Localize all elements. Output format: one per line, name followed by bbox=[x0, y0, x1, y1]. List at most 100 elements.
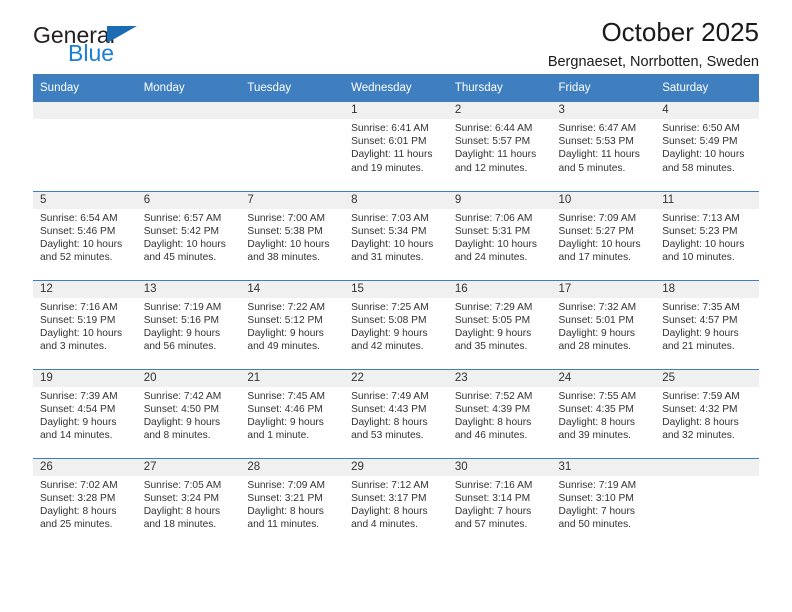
weekday-header-monday: Monday bbox=[136, 74, 241, 102]
day-number: 30 bbox=[447, 458, 552, 476]
sunrise-text: Sunrise: 7:13 AM bbox=[662, 212, 740, 224]
daylight-text-line2: and 14 minutes. bbox=[40, 430, 113, 442]
calendar-week-row: 1 Sunrise: 6:41 AM Sunset: 6:01 PM Daylight… bbox=[33, 102, 759, 191]
day-details: Sunrise: 7:12 AM Sunset: 3:17 PM Daylight:… bbox=[344, 476, 448, 532]
sunrise-text: Sunrise: 6:44 AM bbox=[454, 123, 533, 134]
daylight-text-line2: and 57 minutes. bbox=[454, 519, 528, 531]
day-cell: 18 Sunrise: 7:35 AM Sunset: 4:57 PM Dayligh… bbox=[655, 280, 759, 369]
daylight-text-line1: Daylight: 10 hours bbox=[143, 238, 226, 250]
sunset-text: Sunset: 3:17 PM bbox=[351, 492, 427, 504]
calendar-cell[interactable]: 16 Sunrise: 7:29 AM Sunset: 5:05 PM Dayligh… bbox=[447, 279, 552, 369]
calendar-cell[interactable]: 17 Sunrise: 7:32 AM Sunset: 5:01 PM Dayligh… bbox=[551, 279, 656, 369]
calendar-cell[interactable]: 29 Sunrise: 7:12 AM Sunset: 3:17 PM Dayligh… bbox=[344, 457, 448, 547]
day-cell: 26 Sunrise: 7:02 AM Sunset: 3:28 PM Dayligh… bbox=[33, 458, 137, 547]
daylight-text-line1: Daylight: 8 hours bbox=[40, 505, 117, 517]
sunrise-text: Sunrise: 7:52 AM bbox=[454, 390, 533, 402]
daylight-text-line1: Daylight: 11 hours bbox=[351, 149, 433, 161]
sunset-text: Sunset: 5:53 PM bbox=[558, 136, 634, 148]
calendar-cell[interactable]: 2 Sunrise: 6:44 AM Sunset: 5:57 PM Daylight… bbox=[447, 102, 552, 191]
calendar-cell[interactable]: 21 Sunrise: 7:45 AM Sunset: 4:46 PM Dayligh… bbox=[240, 368, 345, 458]
calendar-cell[interactable] bbox=[655, 457, 759, 547]
day-number: 27 bbox=[136, 458, 241, 476]
calendar-cell[interactable]: 22 Sunrise: 7:49 AM Sunset: 4:43 PM Dayligh… bbox=[344, 368, 448, 458]
calendar-cell[interactable] bbox=[240, 102, 345, 191]
daylight-text-line2: and 10 minutes. bbox=[662, 252, 735, 264]
daylight-text-line1: Daylight: 8 hours bbox=[143, 505, 221, 517]
calendar-cell[interactable]: 27 Sunrise: 7:05 AM Sunset: 3:24 PM Dayligh… bbox=[136, 457, 241, 547]
calendar-cell[interactable]: 31 Sunrise: 7:19 AM Sunset: 3:10 PM Dayligh… bbox=[551, 457, 656, 547]
calendar-table: Sunday Monday Tuesday Wednesday Thursday… bbox=[33, 74, 759, 547]
daylight-text-line2: and 50 minutes. bbox=[558, 519, 632, 531]
daylight-text-line2: and 19 minutes. bbox=[351, 162, 424, 174]
sunset-text: Sunset: 4:32 PM bbox=[662, 403, 738, 415]
day-number: 3 bbox=[551, 102, 656, 119]
daylight-text-line1: Daylight: 8 hours bbox=[351, 416, 428, 428]
sunset-text: Sunset: 5:42 PM bbox=[143, 225, 220, 237]
sunset-text: Sunset: 5:49 PM bbox=[662, 136, 738, 148]
daylight-text-line1: Daylight: 8 hours bbox=[247, 505, 324, 517]
calendar-cell[interactable]: 20 Sunrise: 7:42 AM Sunset: 4:50 PM Dayligh… bbox=[136, 368, 241, 458]
sunrise-text: Sunrise: 6:50 AM bbox=[662, 123, 740, 134]
calendar-cell[interactable]: 9 Sunrise: 7:06 AM Sunset: 5:31 PM Daylight… bbox=[447, 190, 552, 280]
daylight-text-line1: Daylight: 9 hours bbox=[143, 416, 221, 428]
calendar-cell[interactable]: 25 Sunrise: 7:59 AM Sunset: 4:32 PM Dayligh… bbox=[655, 368, 759, 458]
calendar-cell[interactable] bbox=[136, 102, 241, 191]
sunrise-text: Sunrise: 7:02 AM bbox=[40, 479, 118, 491]
calendar-cell[interactable]: 4 Sunrise: 6:50 AM Sunset: 5:49 PM Daylight… bbox=[655, 102, 759, 191]
daylight-text-line2: and 31 minutes. bbox=[351, 252, 424, 264]
calendar-cell[interactable]: 5 Sunrise: 6:54 AM Sunset: 5:46 PM Daylight… bbox=[33, 190, 137, 280]
daylight-text-line2: and 52 minutes. bbox=[40, 252, 113, 264]
calendar-cell[interactable]: 13 Sunrise: 7:19 AM Sunset: 5:16 PM Dayligh… bbox=[136, 279, 241, 369]
daylight-text-line1: Daylight: 7 hours bbox=[454, 505, 532, 517]
calendar-cell[interactable]: 14 Sunrise: 7:22 AM Sunset: 5:12 PM Dayligh… bbox=[240, 279, 345, 369]
calendar-cell[interactable]: 30 Sunrise: 7:16 AM Sunset: 3:14 PM Dayligh… bbox=[447, 457, 552, 547]
day-details: Sunrise: 7:49 AM Sunset: 4:43 PM Daylight:… bbox=[344, 387, 448, 443]
sunrise-text: Sunrise: 7:19 AM bbox=[143, 301, 222, 313]
daylight-text-line2: and 38 minutes. bbox=[247, 252, 320, 264]
calendar-cell[interactable]: 7 Sunrise: 7:00 AM Sunset: 5:38 PM Daylight… bbox=[240, 190, 345, 280]
calendar-cell[interactable]: 23 Sunrise: 7:52 AM Sunset: 4:39 PM Dayligh… bbox=[447, 368, 552, 458]
calendar-cell[interactable]: 19 Sunrise: 7:39 AM Sunset: 4:54 PM Dayligh… bbox=[33, 368, 137, 458]
calendar-cell[interactable]: 11 Sunrise: 7:13 AM Sunset: 5:23 PM Dayligh… bbox=[655, 190, 759, 280]
calendar-cell[interactable]: 28 Sunrise: 7:09 AM Sunset: 3:21 PM Dayligh… bbox=[240, 457, 345, 547]
calendar-cell[interactable]: 18 Sunrise: 7:35 AM Sunset: 4:57 PM Dayligh… bbox=[655, 279, 759, 369]
sunrise-text: Sunrise: 7:29 AM bbox=[454, 301, 533, 313]
title-block: October 2025 Bergnaeset, Norrbotten, Swe… bbox=[548, 16, 759, 73]
calendar-cell[interactable]: 10 Sunrise: 7:09 AM Sunset: 5:27 PM Dayligh… bbox=[551, 190, 656, 280]
sunrise-text: Sunrise: 7:09 AM bbox=[247, 479, 325, 491]
sunset-text: Sunset: 5:23 PM bbox=[662, 225, 738, 237]
daylight-text-line1: Daylight: 10 hours bbox=[40, 238, 123, 250]
day-details: Sunrise: 7:32 AM Sunset: 5:01 PM Daylight:… bbox=[552, 298, 656, 354]
day-number: 16 bbox=[447, 280, 552, 298]
sunrise-text: Sunrise: 7:12 AM bbox=[351, 479, 429, 491]
day-cell: 23 Sunrise: 7:52 AM Sunset: 4:39 PM Dayligh… bbox=[447, 369, 552, 458]
calendar-cell[interactable]: 1 Sunrise: 6:41 AM Sunset: 6:01 PM Daylight… bbox=[344, 102, 448, 191]
calendar-cell[interactable]: 15 Sunrise: 7:25 AM Sunset: 5:08 PM Dayligh… bbox=[344, 279, 448, 369]
calendar-cell[interactable] bbox=[33, 102, 137, 191]
day-details: Sunrise: 6:50 AM Sunset: 5:49 PM Daylight:… bbox=[655, 119, 759, 175]
sunrise-text: Sunrise: 7:39 AM bbox=[40, 390, 118, 402]
day-details: Sunrise: 7:05 AM Sunset: 3:24 PM Daylight:… bbox=[137, 476, 241, 532]
calendar-cell[interactable]: 26 Sunrise: 7:02 AM Sunset: 3:28 PM Dayligh… bbox=[33, 457, 137, 547]
weekday-header-friday: Friday bbox=[551, 74, 656, 102]
day-number bbox=[33, 102, 137, 119]
sunrise-text: Sunrise: 7:25 AM bbox=[351, 301, 429, 313]
sunrise-text: Sunrise: 7:59 AM bbox=[662, 390, 740, 402]
day-details: Sunrise: 7:42 AM Sunset: 4:50 PM Daylight:… bbox=[137, 387, 241, 443]
day-cell: 1 Sunrise: 6:41 AM Sunset: 6:01 PM Daylight… bbox=[344, 102, 448, 190]
calendar-cell[interactable]: 8 Sunrise: 7:03 AM Sunset: 5:34 PM Daylight… bbox=[344, 190, 448, 280]
day-number: 4 bbox=[655, 102, 759, 119]
daylight-text-line2: and 17 minutes. bbox=[558, 252, 632, 264]
generalblue-logo[interactable]: General Blue bbox=[33, 22, 233, 72]
sunrise-text: Sunrise: 7:16 AM bbox=[454, 479, 533, 491]
sunset-text: Sunset: 4:39 PM bbox=[454, 403, 531, 415]
day-number: 19 bbox=[33, 369, 137, 387]
day-cell: 2 Sunrise: 6:44 AM Sunset: 5:57 PM Daylight… bbox=[447, 102, 552, 190]
calendar-cell[interactable]: 12 Sunrise: 7:16 AM Sunset: 5:19 PM Dayligh… bbox=[33, 279, 137, 369]
daylight-text-line1: Daylight: 10 hours bbox=[662, 238, 745, 250]
day-number: 11 bbox=[655, 191, 759, 209]
calendar-cell[interactable]: 24 Sunrise: 7:55 AM Sunset: 4:35 PM Dayligh… bbox=[551, 368, 656, 458]
calendar-cell[interactable]: 3 Sunrise: 6:47 AM Sunset: 5:53 PM Daylight… bbox=[551, 102, 656, 191]
calendar-cell[interactable]: 6 Sunrise: 6:57 AM Sunset: 5:42 PM Daylight… bbox=[136, 190, 241, 280]
daylight-text-line2: and 25 minutes. bbox=[40, 519, 113, 531]
